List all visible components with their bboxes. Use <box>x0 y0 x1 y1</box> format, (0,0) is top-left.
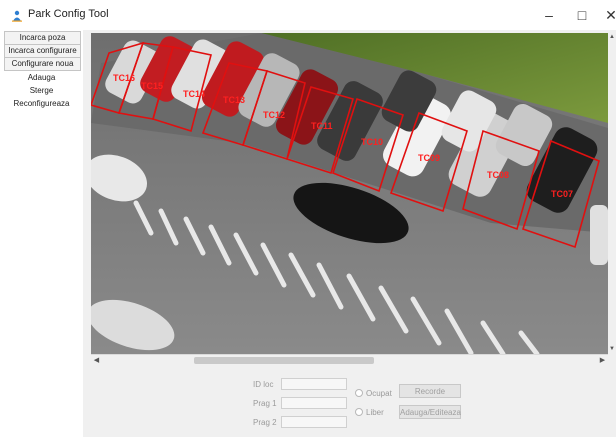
add-edit-button[interactable]: Adauga/Editeaza <box>399 405 461 419</box>
add-button[interactable]: Adauga <box>0 72 83 84</box>
delete-button[interactable]: Sterge <box>0 85 83 97</box>
close-button[interactable]: ✕ <box>598 4 616 26</box>
liber-radio[interactable] <box>355 408 363 416</box>
id-loc-label: ID loc <box>253 380 274 389</box>
prag1-label: Prag 1 <box>253 399 277 408</box>
new-config-button[interactable]: Configurare noua <box>4 57 81 71</box>
id-loc-input[interactable] <box>281 378 347 390</box>
parking-scene: TC16 TC15 TC14 TC13 TC12 TC11 TC10 TC09 … <box>91 33 608 354</box>
spot-label: TC08 <box>487 170 509 180</box>
spot-label: TC11 <box>311 121 333 131</box>
spot-label: TC09 <box>418 153 440 163</box>
window-title: Park Config Tool <box>28 8 109 20</box>
prag1-input[interactable] <box>281 397 347 409</box>
scroll-up-icon[interactable]: ▲ <box>608 33 616 42</box>
spot-label: TC13 <box>223 95 245 105</box>
prag2-label: Prag 2 <box>253 418 277 427</box>
ocupat-radio[interactable] <box>355 389 363 397</box>
horizontal-scrollbar[interactable]: ◀ ▶ <box>91 354 608 366</box>
spot-label: TC15 <box>141 81 163 91</box>
maximize-button[interactable]: □ <box>569 4 595 26</box>
spot-label: TC10 <box>361 137 383 147</box>
liber-label: Liber <box>366 408 384 417</box>
reconfigure-button[interactable]: Reconfigureaza <box>0 98 83 110</box>
app-icon <box>12 10 22 22</box>
scroll-down-icon[interactable]: ▼ <box>608 345 616 354</box>
spot-label: TC16 <box>113 73 135 83</box>
load-config-button[interactable]: Incarca configurare <box>4 44 81 58</box>
parking-image[interactable]: TC16 TC15 TC14 TC13 TC12 TC11 TC10 TC09 … <box>91 33 608 354</box>
scrollbar-thumb[interactable] <box>194 357 374 364</box>
scroll-left-icon[interactable]: ◀ <box>91 355 102 366</box>
spot-label: TC07 <box>551 189 573 199</box>
sidebar: Incarca poza Incarca configurare Configu… <box>0 30 83 437</box>
ocupat-label: Ocupat <box>366 389 392 398</box>
prag2-input[interactable] <box>281 416 347 428</box>
minimize-button[interactable]: – <box>536 4 562 26</box>
title-bar: Park Config Tool – □ ✕ <box>0 0 616 30</box>
spot-label: TC14 <box>183 89 205 99</box>
vertical-scrollbar[interactable]: ▲ ▼ <box>608 33 616 354</box>
recorde-button[interactable]: Recorde <box>399 384 461 398</box>
scroll-right-icon[interactable]: ▶ <box>597 355 608 366</box>
spot-label: TC12 <box>263 110 285 120</box>
load-image-button[interactable]: Incarca poza <box>4 31 81 45</box>
